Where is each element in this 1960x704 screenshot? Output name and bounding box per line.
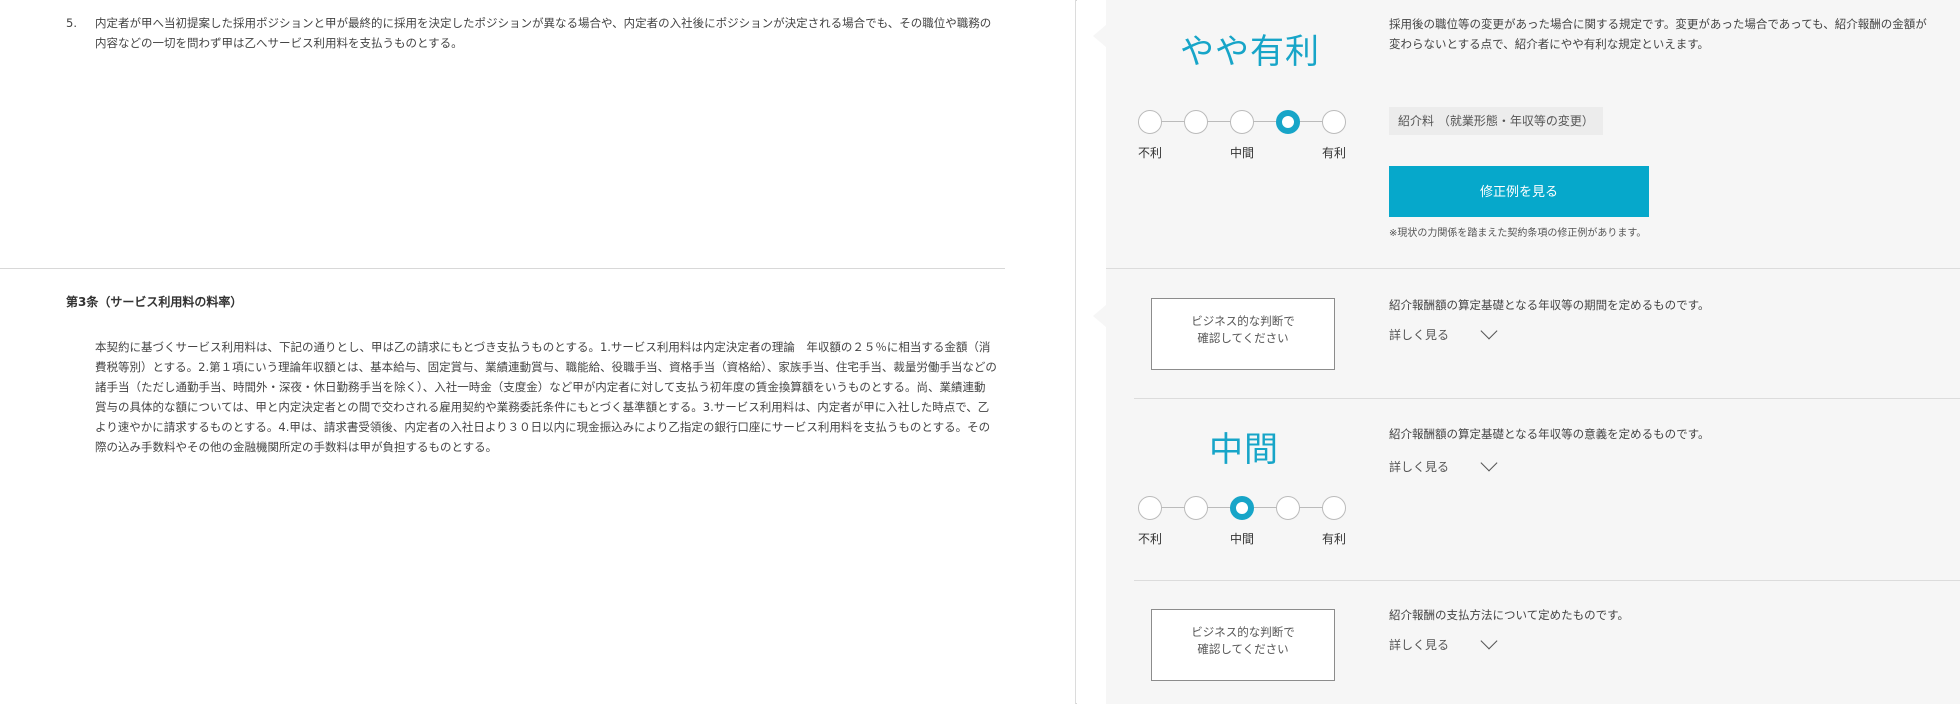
favorability-scale: 不利 中間 有利 bbox=[1138, 494, 1358, 554]
clause-number: 5. bbox=[66, 16, 77, 30]
article-title: 第3条（サービス利用料の料率） bbox=[66, 295, 243, 309]
scale-dot-selected bbox=[1230, 496, 1254, 520]
scale-label-favorable: 有利 bbox=[1322, 146, 1347, 160]
pane-gutter bbox=[1077, 0, 1106, 704]
scale-dot bbox=[1322, 496, 1346, 520]
clause-divider bbox=[0, 268, 1005, 269]
scale-dot bbox=[1184, 110, 1208, 134]
scale-label-unfavorable: 不利 bbox=[1138, 146, 1163, 160]
scale-dot bbox=[1322, 110, 1346, 134]
pointer-notch bbox=[1093, 305, 1106, 327]
section-divider bbox=[1134, 398, 1960, 399]
scale-label-unfavorable: 不利 bbox=[1138, 532, 1163, 546]
scale-dot-selected bbox=[1276, 110, 1300, 134]
contract-text-pane: 5. 内定者が甲へ当初提案した採用ポジションと甲が最終的に採用を決定したポジショ… bbox=[0, 0, 1076, 704]
view-revision-button[interactable]: 修正例を見る bbox=[1389, 166, 1649, 217]
article-body: 本契約に基づくサービス利用料は、下記の通りとし、甲は乙の請求にもとづき支払うもの… bbox=[95, 340, 997, 454]
scale-dot bbox=[1184, 496, 1208, 520]
clause-description: 採用後の職位等の変更があった場合に関する規定です。変更があった場合であっても、紹… bbox=[1389, 17, 1927, 51]
scale-label-neutral: 中間 bbox=[1230, 146, 1255, 160]
clause-description: 紹介報酬額の算定基礎となる年収等の期間を定めるものです。 bbox=[1389, 298, 1710, 312]
scale-dot bbox=[1276, 496, 1300, 520]
section-divider bbox=[1134, 580, 1960, 581]
business-judgement-box: ビジネス的な判断で 確認してください bbox=[1151, 298, 1335, 370]
business-judgement-box: ビジネス的な判断で 確認してください bbox=[1151, 609, 1335, 681]
rating-label: 中間 bbox=[1209, 430, 1279, 470]
revision-note: ※現状の力関係を踏まえた契約条項の修正例があります。 bbox=[1389, 228, 1647, 239]
see-more-link[interactable]: 詳しく見る bbox=[1389, 636, 1449, 653]
clause-text: 内定者が甲へ当初提案した採用ポジションと甲が最終的に採用を決定したポジションが異… bbox=[95, 16, 992, 50]
section-divider bbox=[1106, 268, 1960, 269]
see-more-link[interactable]: 詳しく見る bbox=[1389, 458, 1449, 475]
scale-label-neutral: 中間 bbox=[1230, 532, 1255, 546]
see-more-label: 詳しく見る bbox=[1389, 638, 1450, 652]
scale-dot bbox=[1138, 110, 1162, 134]
category-tag: 紹介料 （就業形態・年収等の変更） bbox=[1389, 107, 1603, 135]
scale-dot bbox=[1138, 496, 1162, 520]
scale-dot bbox=[1230, 110, 1254, 134]
favorability-scale: 不利 中間 有利 bbox=[1138, 108, 1358, 168]
see-more-label: 詳しく見る bbox=[1389, 460, 1450, 474]
see-more-link[interactable]: 詳しく見る bbox=[1389, 326, 1449, 343]
rating-label: やや有利 bbox=[1180, 32, 1320, 72]
scale-label-favorable: 有利 bbox=[1322, 532, 1347, 546]
clause-description: 紹介報酬の支払方法について定めたものです。 bbox=[1389, 608, 1630, 622]
see-more-label: 詳しく見る bbox=[1389, 328, 1450, 342]
clause-description: 紹介報酬額の算定基礎となる年収等の意義を定めるものです。 bbox=[1389, 427, 1710, 441]
pointer-notch bbox=[1093, 25, 1106, 47]
